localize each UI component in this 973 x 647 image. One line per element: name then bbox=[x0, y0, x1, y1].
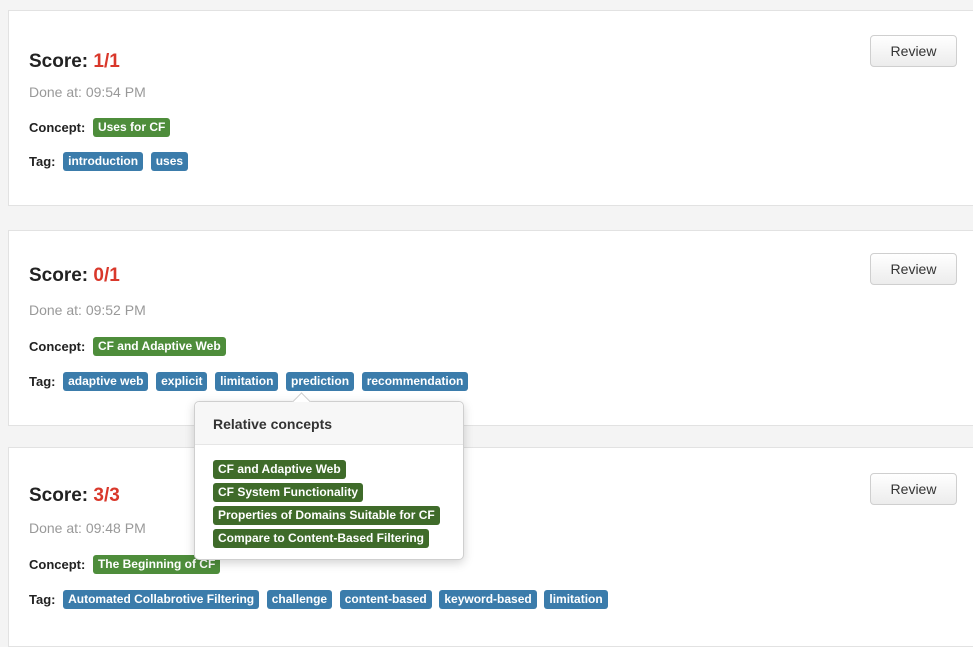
tag-badge[interactable]: limitation bbox=[215, 372, 279, 391]
tag-badge[interactable]: keyword-based bbox=[439, 590, 537, 609]
review-button[interactable]: Review bbox=[870, 253, 957, 285]
score-value: 0/1 bbox=[93, 265, 120, 286]
concept-label: Concept: bbox=[29, 339, 86, 354]
done-at: Done at: 09:48 PM bbox=[29, 520, 146, 536]
review-button[interactable]: Review bbox=[870, 35, 957, 67]
tag-badge[interactable]: prediction bbox=[286, 372, 355, 391]
score-label: Score: bbox=[29, 51, 89, 72]
score-value: 1/1 bbox=[93, 51, 120, 72]
related-concept-badge[interactable]: Properties of Domains Suitable for CF bbox=[213, 506, 440, 525]
tag-badge[interactable]: challenge bbox=[266, 590, 333, 609]
concept-label: Concept: bbox=[29, 120, 86, 135]
score-value: 3/3 bbox=[93, 485, 120, 506]
tag-badge[interactable]: recommendation bbox=[361, 372, 469, 391]
tag-badge[interactable]: adaptive web bbox=[63, 372, 149, 391]
tag-label: Tag: bbox=[29, 592, 56, 607]
score: Score: 0/1 bbox=[29, 265, 120, 287]
review-button[interactable]: Review bbox=[870, 473, 957, 505]
tag-label: Tag: bbox=[29, 374, 56, 389]
tag-badge[interactable]: introduction bbox=[63, 152, 144, 171]
relative-concepts-popover: Relative concepts CF and Adaptive Web CF… bbox=[194, 392, 464, 560]
quiz-result-card: Score: 3/3 Done at: 09:48 PM Concept: Th… bbox=[8, 447, 973, 647]
quiz-result-card: Score: 0/1 Done at: 09:52 PM Concept: CF… bbox=[8, 230, 973, 426]
done-at: Done at: 09:52 PM bbox=[29, 302, 146, 318]
related-concept-badge[interactable]: Compare to Content-Based Filtering bbox=[213, 529, 430, 548]
score-label: Score: bbox=[29, 265, 89, 286]
tag-badge[interactable]: limitation bbox=[544, 590, 608, 609]
concept-badge[interactable]: CF and Adaptive Web bbox=[92, 337, 226, 356]
score: Score: 1/1 bbox=[29, 51, 120, 73]
related-concept-badge[interactable]: CF and Adaptive Web bbox=[213, 460, 346, 479]
tag-badge[interactable]: Automated Collabrotive Filtering bbox=[63, 590, 260, 609]
concept-row: Concept: Uses for CF bbox=[29, 118, 174, 137]
tag-badge[interactable]: content-based bbox=[339, 590, 432, 609]
quiz-result-card: Score: 1/1 Done at: 09:54 PM Concept: Us… bbox=[8, 10, 973, 206]
tag-row: Tag: Automated Collabrotive Filtering ch… bbox=[29, 590, 612, 609]
concept-row: Concept: CF and Adaptive Web bbox=[29, 337, 230, 356]
tag-label: Tag: bbox=[29, 154, 56, 169]
tag-badge[interactable]: uses bbox=[150, 152, 189, 171]
popover-title: Relative concepts bbox=[195, 402, 463, 445]
tag-badge[interactable]: explicit bbox=[156, 372, 208, 391]
concept-badge[interactable]: Uses for CF bbox=[92, 118, 171, 137]
done-at: Done at: 09:54 PM bbox=[29, 84, 146, 100]
popover-concept-list: CF and Adaptive Web CF System Functional… bbox=[195, 445, 463, 548]
related-concept-badge[interactable]: CF System Functionality bbox=[213, 483, 364, 502]
tag-row: Tag: adaptive web explicit limitation pr… bbox=[29, 372, 472, 391]
tag-row: Tag: introduction uses bbox=[29, 152, 192, 171]
concept-label: Concept: bbox=[29, 557, 86, 572]
score-label: Score: bbox=[29, 485, 89, 506]
score: Score: 3/3 bbox=[29, 485, 120, 507]
